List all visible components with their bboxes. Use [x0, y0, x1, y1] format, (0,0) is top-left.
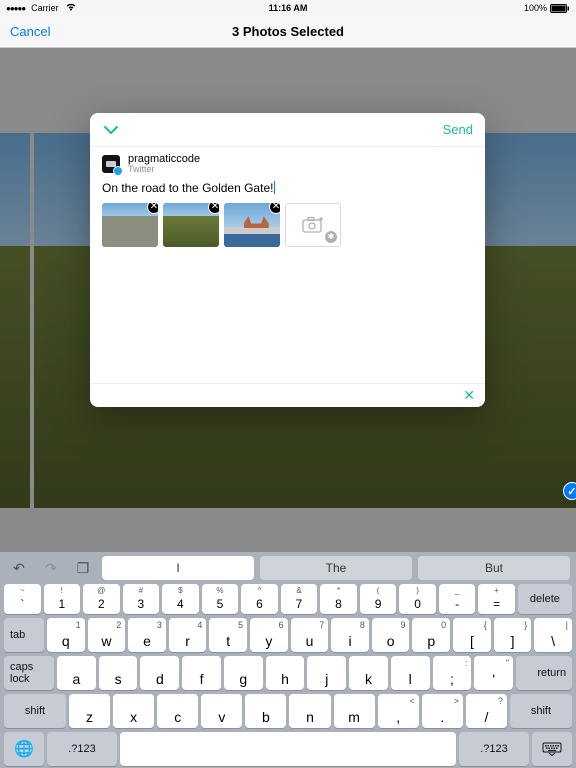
selected-check-icon [563, 482, 576, 500]
key-a[interactable]: a [57, 656, 96, 690]
key-r[interactable]: 4r [169, 618, 207, 652]
key-j[interactable]: j [307, 656, 346, 690]
twitter-badge-icon [113, 166, 123, 176]
key-bracket[interactable]: }] [494, 618, 532, 652]
key-l[interactable]: l [391, 656, 430, 690]
wifi-icon [65, 2, 77, 14]
capslock-key[interactable]: caps lock [4, 656, 54, 690]
page-title: 3 Photos Selected [232, 24, 344, 39]
tab-key[interactable]: tab [4, 618, 44, 652]
key-5[interactable]: %5 [202, 584, 239, 614]
account-avatar[interactable] [102, 155, 120, 173]
key-`[interactable]: ~` [4, 584, 41, 614]
key--[interactable]: _- [439, 584, 476, 614]
key-4[interactable]: $4 [162, 584, 199, 614]
attached-photo-3[interactable]: ✕ [224, 203, 280, 247]
key-s[interactable]: s [99, 656, 138, 690]
add-photo-button[interactable]: ✱ [285, 203, 341, 247]
keyboard: ↶ ↷ ❐ I The But ~`!1@2#3$4%5^6&7*8(9)0_-… [0, 552, 576, 768]
key-h[interactable]: h [266, 656, 305, 690]
symbols-key[interactable]: .?123 [459, 732, 529, 766]
key-punct[interactable]: >. [422, 694, 463, 728]
return-key[interactable]: return [516, 656, 572, 690]
key-7[interactable]: &7 [281, 584, 318, 614]
nav-header: Cancel 3 Photos Selected [0, 16, 576, 48]
suggestion-3[interactable]: But [418, 556, 570, 580]
shift-key[interactable]: shift [510, 694, 572, 728]
battery-indicator: 100% [524, 3, 570, 13]
close-sheet-icon[interactable]: ✕ [463, 387, 475, 404]
collapse-chevron-icon[interactable] [102, 124, 120, 136]
shift-key[interactable]: shift [4, 694, 66, 728]
key-punct[interactable]: "' [474, 656, 513, 690]
key-b[interactable]: b [245, 694, 286, 728]
suggestion-1[interactable]: I [102, 556, 254, 580]
key-x[interactable]: x [113, 694, 154, 728]
key-y[interactable]: 6y [250, 618, 288, 652]
attached-photo-2[interactable]: ✕ [163, 203, 219, 247]
redo-button: ↷ [38, 556, 64, 580]
account-service: Twitter [128, 165, 200, 175]
remove-photo-icon[interactable]: ✕ [269, 203, 280, 214]
key-g[interactable]: g [224, 656, 263, 690]
key-d[interactable]: d [140, 656, 179, 690]
key-q[interactable]: 1q [47, 618, 85, 652]
status-bar: ●●●●● Carrier 11:16 AM 100% [0, 0, 576, 16]
clipboard-button[interactable]: ❐ [70, 556, 96, 580]
key-z[interactable]: z [69, 694, 110, 728]
key-bracket[interactable]: |\ [534, 618, 572, 652]
key-w[interactable]: 2w [88, 618, 126, 652]
send-button[interactable]: Send [443, 122, 473, 137]
key-0[interactable]: )0 [399, 584, 436, 614]
suggestion-2[interactable]: The [260, 556, 412, 580]
key-p[interactable]: 0p [412, 618, 450, 652]
delete-key[interactable]: delete [518, 584, 572, 614]
key-e[interactable]: 3e [128, 618, 166, 652]
carrier-label: Carrier [31, 3, 59, 13]
key-9[interactable]: (9 [360, 584, 397, 614]
globe-key[interactable]: 🌐 [4, 732, 44, 766]
key-1[interactable]: !1 [44, 584, 81, 614]
key-f[interactable]: f [182, 656, 221, 690]
clock-label: 11:16 AM [269, 3, 308, 13]
attached-photo-1[interactable]: ✕ [102, 203, 158, 247]
key-n[interactable]: n [289, 694, 330, 728]
key-6[interactable]: ^6 [241, 584, 278, 614]
key-=[interactable]: += [478, 584, 515, 614]
remove-photo-icon[interactable]: ✕ [147, 203, 158, 214]
text-cursor [274, 181, 275, 194]
key-m[interactable]: m [334, 694, 375, 728]
key-o[interactable]: 9o [372, 618, 410, 652]
compose-textarea[interactable]: On the road to the Golden Gate! [90, 177, 485, 203]
key-u[interactable]: 7u [291, 618, 329, 652]
symbols-key[interactable]: .?123 [47, 732, 117, 766]
key-k[interactable]: k [349, 656, 388, 690]
compose-sheet: Send pragmaticcode Twitter On the road t… [90, 113, 485, 407]
key-3[interactable]: #3 [123, 584, 160, 614]
signal-icon: ●●●●● [6, 4, 25, 13]
cancel-button[interactable]: Cancel [10, 24, 50, 39]
key-v[interactable]: v [201, 694, 242, 728]
key-2[interactable]: @2 [83, 584, 120, 614]
key-c[interactable]: c [157, 694, 198, 728]
image-settings-icon[interactable]: ✱ [325, 231, 337, 243]
key-punct[interactable]: <, [378, 694, 419, 728]
key-i[interactable]: 8i [331, 618, 369, 652]
space-key[interactable] [120, 732, 456, 766]
key-8[interactable]: *8 [320, 584, 357, 614]
key-bracket[interactable]: {[ [453, 618, 491, 652]
key-punct[interactable]: ?/ [466, 694, 507, 728]
key-t[interactable]: 5t [209, 618, 247, 652]
key-punct[interactable]: :; [433, 656, 472, 690]
dismiss-keyboard-key[interactable] [532, 732, 572, 766]
undo-button[interactable]: ↶ [6, 556, 32, 580]
remove-photo-icon[interactable]: ✕ [208, 203, 219, 214]
photo-peek-left[interactable] [0, 133, 30, 508]
